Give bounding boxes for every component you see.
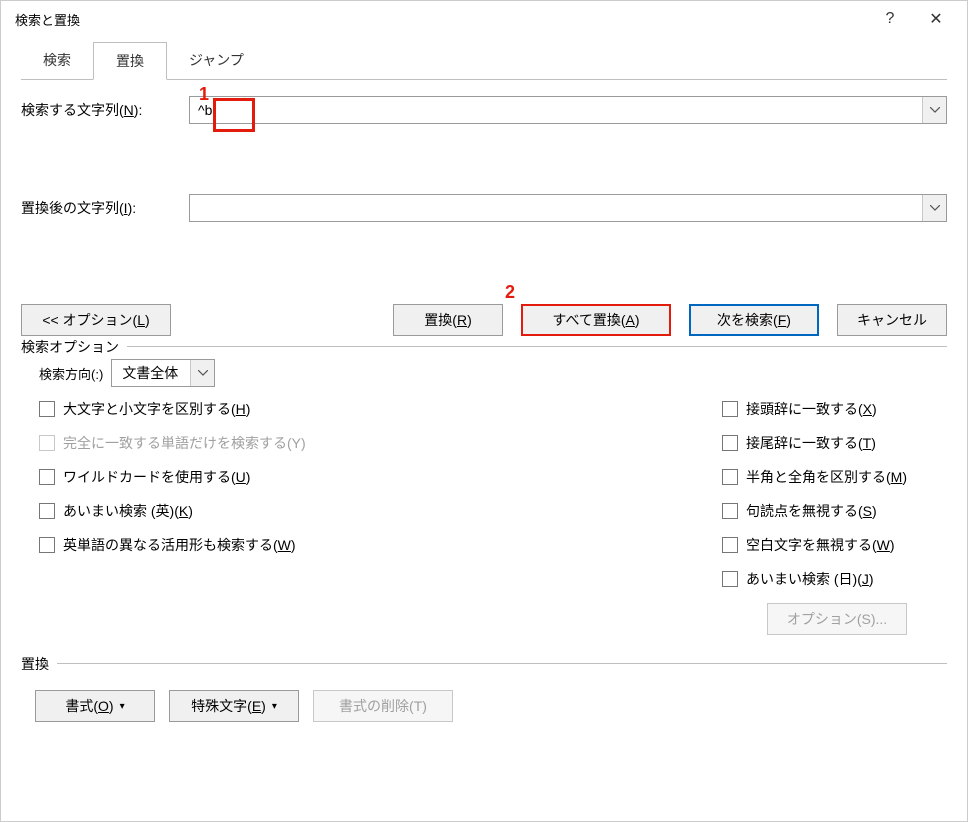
replace-section: 置換 書式(O)▾ 特殊文字(E)▾ 書式の削除(T): [21, 663, 947, 722]
options-toggle-button[interactable]: << オプション(L): [21, 304, 171, 336]
punctuation-checkbox[interactable]: 句読点を無視する(S): [722, 501, 907, 521]
find-dropdown-button[interactable]: [922, 97, 946, 123]
replace-section-legend: 置換: [21, 654, 57, 674]
find-combobox[interactable]: [189, 96, 947, 124]
direction-label: 検索方向(:): [39, 364, 103, 383]
replace-input[interactable]: [190, 195, 922, 221]
find-replace-dialog: 検索と置換 ? ✕ 検索 置換 ジャンプ 検索する文字列(N): 1: [0, 0, 968, 822]
whole-word-checkbox: 完全に一致する単語だけを検索する(Y): [39, 433, 306, 453]
find-input[interactable]: [190, 97, 922, 123]
replace-all-button[interactable]: すべて置換(A): [521, 304, 671, 336]
replace-dropdown-button[interactable]: [922, 195, 946, 221]
replace-button[interactable]: 置換(R): [393, 304, 503, 336]
direction-select[interactable]: 文書全体: [111, 359, 215, 387]
find-label: 検索する文字列(N):: [21, 100, 189, 120]
find-next-button[interactable]: 次を検索(F): [689, 304, 819, 336]
chevron-down-icon: [930, 205, 940, 211]
fuzzy-en-checkbox[interactable]: あいまい検索 (英)(K): [39, 501, 306, 521]
close-button[interactable]: ✕: [913, 3, 959, 35]
tab-jump[interactable]: ジャンプ: [167, 42, 266, 80]
whitespace-checkbox[interactable]: 空白文字を無視する(W): [722, 535, 907, 555]
dialog-title: 検索と置換: [15, 10, 867, 29]
help-button[interactable]: ?: [867, 3, 913, 35]
search-options-legend: 検索オプション: [21, 337, 127, 357]
word-forms-checkbox[interactable]: 英単語の異なる活用形も検索する(W): [39, 535, 306, 555]
tab-bar: 検索 置換 ジャンプ: [21, 41, 947, 80]
replace-combobox[interactable]: [189, 194, 947, 222]
direction-dropdown-button[interactable]: [190, 360, 214, 386]
special-char-button[interactable]: 特殊文字(E)▾: [169, 690, 299, 722]
suffix-checkbox[interactable]: 接尾辞に一致する(T): [722, 433, 907, 453]
fuzzy-options-button: オプション(S)...: [767, 603, 907, 635]
cancel-button[interactable]: キャンセル: [837, 304, 947, 336]
chevron-down-icon: [930, 107, 940, 113]
format-button[interactable]: 書式(O)▾: [35, 690, 155, 722]
search-options-group: 検索オプション 検索方向(:) 文書全体 大文字と小文字を区別する(H): [21, 346, 947, 635]
tab-search[interactable]: 検索: [21, 42, 93, 80]
content-area: 検索 置換 ジャンプ 検索する文字列(N): 1: [1, 37, 967, 738]
clear-format-button: 書式の削除(T): [313, 690, 453, 722]
titlebar: 検索と置換 ? ✕: [1, 1, 967, 37]
chevron-down-icon: [198, 370, 208, 376]
replace-label: 置換後の文字列(I):: [21, 198, 189, 218]
tab-replace[interactable]: 置換: [93, 42, 167, 80]
prefix-checkbox[interactable]: 接頭辞に一致する(X): [722, 399, 907, 419]
fuzzy-jp-checkbox[interactable]: あいまい検索 (日)(J): [722, 569, 907, 589]
wildcard-checkbox[interactable]: ワイルドカードを使用する(U): [39, 467, 306, 487]
match-case-checkbox[interactable]: 大文字と小文字を区別する(H): [39, 399, 306, 419]
direction-value: 文書全体: [112, 363, 190, 383]
width-checkbox[interactable]: 半角と全角を区別する(M): [722, 467, 907, 487]
